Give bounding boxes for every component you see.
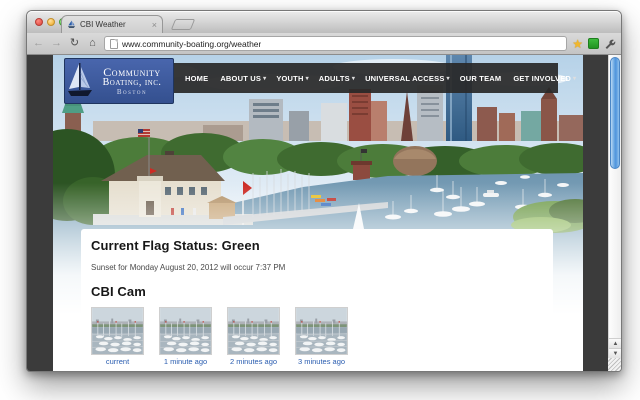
nav-item-adults[interactable]: ADULTS ▾ — [314, 74, 360, 83]
cam-link-3min[interactable]: 3 minutes ago — [295, 357, 348, 366]
nav-item-get-involved[interactable]: GET INVOLVED ▾ — [508, 74, 581, 83]
browser-window: CBI Weather × ← → ↻ ⌂ www.community-boat… — [26, 10, 622, 372]
window-resize-grip[interactable] — [608, 358, 621, 371]
address-bar[interactable]: www.community-boating.org/weather — [104, 36, 568, 51]
scrollbar-thumb[interactable] — [610, 57, 620, 169]
cam-image-1min[interactable] — [159, 307, 212, 355]
cam-image-current[interactable] — [91, 307, 144, 355]
cam-thumb-current: current — [91, 307, 144, 366]
cam-link-current[interactable]: current — [91, 357, 144, 366]
nav-item-our-team[interactable]: OUR TEAM — [455, 74, 509, 83]
site-logo[interactable]: Community Boating, inc. Boston — [64, 58, 174, 104]
wrench-menu-icon[interactable] — [604, 38, 616, 50]
sailboat-favicon-icon — [67, 20, 76, 28]
page-column: Community Boating, inc. Boston HOME ABOU… — [53, 55, 583, 371]
cam-link-1min[interactable]: 1 minute ago — [159, 357, 212, 366]
cam-thumb-3min: 3 minutes ago — [295, 307, 348, 366]
new-tab-button[interactable] — [170, 19, 196, 30]
nav-item-home[interactable]: HOME — [180, 74, 215, 83]
flag-status-heading: Current Flag Status: Green — [91, 238, 260, 253]
nav-item-youth[interactable]: YOUTH ▾ — [271, 74, 313, 83]
cbi-cam-heading: CBI Cam — [91, 284, 146, 299]
logo-text: Community Boating, inc. Boston — [102, 64, 162, 96]
sailboat-logo-icon — [68, 63, 92, 96]
cam-image-2min[interactable] — [227, 307, 280, 355]
sunset-text: Sunset for Monday August 20, 2012 will o… — [91, 263, 286, 272]
tab-close-icon[interactable]: × — [152, 20, 157, 29]
chevron-down-icon: ▾ — [573, 75, 577, 82]
home-icon[interactable]: ⌂ — [86, 38, 99, 49]
bookmark-star-icon[interactable]: ★ — [572, 38, 583, 50]
scroll-up-icon[interactable]: ▲ — [609, 338, 621, 348]
chevron-down-icon: ▾ — [263, 75, 267, 82]
cam-thumb-1min: 1 minute ago — [159, 307, 212, 366]
browser-toolbar: ← → ↻ ⌂ www.community-boating.org/weathe… — [27, 33, 621, 55]
extension-icon[interactable] — [588, 38, 599, 49]
back-icon[interactable]: ← — [32, 38, 45, 49]
titlebar[interactable]: CBI Weather × — [27, 11, 621, 33]
page-icon — [110, 38, 118, 49]
nav-item-about-us[interactable]: ABOUT US ▾ — [215, 74, 271, 83]
url-text[interactable]: www.community-boating.org/weather — [122, 39, 261, 49]
chevron-down-icon: ▾ — [305, 75, 309, 82]
forward-icon[interactable]: → — [50, 38, 63, 49]
tab-cbi-weather[interactable]: CBI Weather × — [61, 15, 163, 33]
minimize-window-button[interactable] — [47, 18, 55, 26]
chevron-down-icon: ▾ — [351, 75, 356, 82]
cam-thumbnails: current 1 minute ago 2 minutes ago 3 min… — [91, 307, 543, 366]
page-viewport: Community Boating, inc. Boston HOME ABOU… — [27, 55, 621, 371]
nav-item-universal-access[interactable]: UNIVERSAL ACCESS ▾ — [360, 74, 455, 83]
cam-link-2min[interactable]: 2 minutes ago — [227, 357, 280, 366]
scroll-down-icon[interactable]: ▼ — [609, 348, 621, 358]
close-window-button[interactable] — [35, 18, 43, 26]
tab-title: CBI Weather — [80, 20, 126, 29]
reload-icon[interactable]: ↻ — [68, 38, 81, 49]
vertical-scrollbar[interactable]: ▲ ▼ — [608, 55, 621, 371]
chevron-down-icon: ▾ — [446, 75, 450, 82]
cam-thumb-2min: 2 minutes ago — [227, 307, 280, 366]
content-card: Current Flag Status: Green Sunset for Mo… — [81, 229, 553, 371]
main-navigation: HOME ABOUT US ▾ YOUTH ▾ ADULTS ▾ UNIVERSAL … — [174, 63, 576, 93]
cam-image-3min[interactable] — [295, 307, 348, 355]
